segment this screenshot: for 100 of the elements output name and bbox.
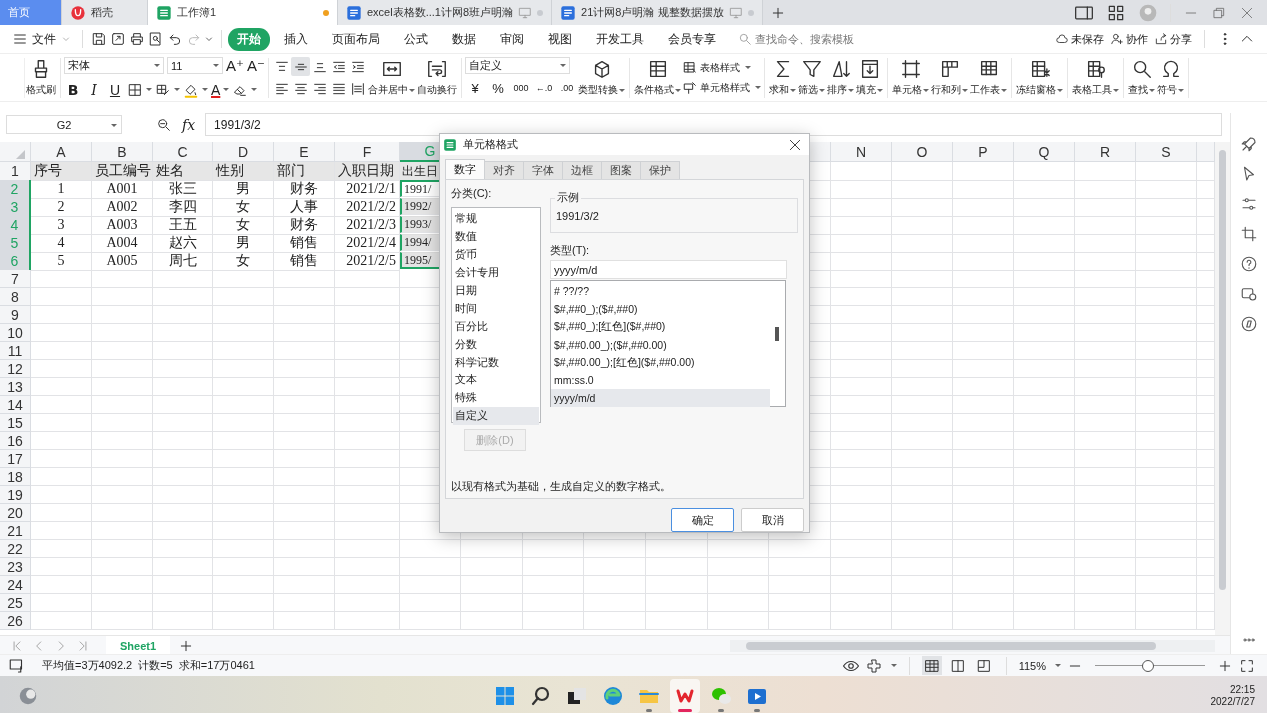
document-tab[interactable]: 工作簿1: [148, 0, 338, 25]
dialog-tab[interactable]: 边框: [562, 161, 602, 179]
column-header[interactable]: P: [952, 142, 1014, 162]
column-header[interactable]: S: [1135, 142, 1197, 162]
column-header[interactable]: O: [891, 142, 953, 162]
normal-view-button[interactable]: [921, 656, 942, 675]
category-item[interactable]: 时间: [453, 299, 539, 318]
type-input[interactable]: yyyy/m/d: [550, 260, 787, 279]
slider-thumb[interactable]: [1141, 659, 1154, 672]
grow-font-button[interactable]: A⁺: [226, 55, 244, 76]
row-header[interactable]: 23: [0, 558, 31, 576]
clock-time[interactable]: 22:15: [1229, 684, 1255, 696]
table-style-button[interactable]: 表格样式: [682, 59, 761, 76]
dialog-tab[interactable]: 保护: [640, 161, 680, 179]
row-header[interactable]: 11: [0, 342, 31, 360]
zigzag-button[interactable]: [670, 679, 700, 713]
align-middle-button[interactable]: [291, 57, 310, 76]
dialog-tab[interactable]: 数字: [445, 159, 485, 179]
filter-button[interactable]: 筛选: [797, 58, 826, 97]
bold-button[interactable]: B: [64, 79, 82, 100]
format-item[interactable]: # ??/??: [551, 282, 770, 300]
document-tab[interactable]: excel表格数...1计网8班卢明瀚: [338, 0, 553, 25]
row-header[interactable]: 26: [0, 612, 31, 630]
format-item[interactable]: $#,##0_);[红色]($#,##0): [551, 317, 770, 336]
dialog-tab[interactable]: 字体: [523, 161, 563, 179]
zoom-level[interactable]: 115%: [1018, 659, 1046, 672]
omega-button[interactable]: 符号: [1156, 58, 1185, 97]
weather-icon[interactable]: [17, 685, 39, 707]
underline-button[interactable]: U: [106, 79, 124, 100]
dialog-tab[interactable]: 图案: [601, 161, 641, 179]
worksheet-button[interactable]: 工作表: [969, 58, 1008, 97]
format-item[interactable]: mm:ss.0: [551, 371, 770, 390]
column-header[interactable]: F: [335, 142, 400, 162]
row-header[interactable]: 17: [0, 450, 31, 468]
sliders-icon[interactable]: [1240, 195, 1258, 213]
cube-button[interactable]: 类型转换: [577, 58, 626, 97]
number-format-button[interactable]: 000: [511, 78, 531, 98]
document-tab[interactable]: 21计网8卢明瀚 规整数据摆放: [552, 0, 763, 25]
number-format-button[interactable]: ¥: [465, 78, 485, 98]
row-header[interactable]: 21: [0, 522, 31, 540]
ribbon-tab[interactable]: 公式: [394, 27, 438, 51]
sum-button[interactable]: 求和: [768, 58, 797, 97]
cancel-button[interactable]: 取消: [741, 508, 804, 532]
number-format-button[interactable]: ←.0: [534, 78, 554, 98]
share-button[interactable]: 分享: [1154, 31, 1192, 47]
search-button[interactable]: 查找: [1127, 58, 1156, 97]
freeze-panes-button[interactable]: 冻结窗格: [1015, 58, 1064, 97]
row-header[interactable]: 13: [0, 378, 31, 396]
command-search[interactable]: 查找命令、搜索模板: [738, 32, 898, 46]
category-item[interactable]: 日期: [453, 281, 539, 300]
ribbon-tab[interactable]: 插入: [274, 27, 318, 51]
ok-button[interactable]: 确定: [671, 508, 734, 532]
table-button[interactable]: 条件格式: [633, 58, 682, 97]
number-format-select[interactable]: 自定义: [465, 57, 570, 74]
column-header[interactable]: N: [830, 142, 892, 162]
category-list[interactable]: 常规 数值 货币 会计专用 日期 时间 百分比 分数 科学记数 文本 特殊 自定义: [451, 207, 541, 423]
font-name-select[interactable]: 宋体: [64, 57, 164, 74]
help-icon[interactable]: [1240, 255, 1258, 273]
row-header[interactable]: 20: [0, 504, 31, 522]
ribbon-tab[interactable]: 页面布局: [322, 27, 390, 51]
column-header[interactable]: R: [1074, 142, 1136, 162]
column-header[interactable]: E: [274, 142, 335, 162]
wrap-text-button[interactable]: 自动换行: [416, 58, 458, 97]
cross-icon[interactable]: [865, 657, 882, 674]
zoom-out-icon[interactable]: [156, 116, 172, 133]
clock-date[interactable]: 2022/7/27: [1210, 696, 1255, 708]
format-item[interactable]: $#,##0.00_);($#,##0.00): [551, 335, 770, 354]
number-format-button[interactable]: %: [488, 78, 508, 98]
table-tools-button[interactable]: 表格工具: [1071, 58, 1120, 97]
crop-icon[interactable]: [1240, 225, 1258, 243]
row-header[interactable]: 10: [0, 324, 31, 342]
number-format-button[interactable]: .00: [557, 78, 577, 98]
function-button[interactable]: fx: [182, 116, 196, 133]
compass-icon[interactable]: [1240, 315, 1258, 333]
name-box[interactable]: G2: [6, 115, 122, 134]
person-add-button[interactable]: 协作: [1110, 31, 1148, 47]
category-item[interactable]: 科学记数: [453, 353, 539, 371]
row-header[interactable]: 24: [0, 576, 31, 594]
format-item[interactable]: $#,##0_);($#,##0): [551, 299, 770, 318]
cloud-button[interactable]: 未保存: [1055, 31, 1104, 47]
cell-style-button[interactable]: 单元格样式: [682, 79, 761, 96]
category-item[interactable]: 分数: [453, 335, 539, 354]
category-item[interactable]: 自定义: [453, 406, 539, 425]
document-tab[interactable]: 稻壳: [62, 0, 148, 25]
rocket-icon[interactable]: [1240, 135, 1258, 153]
column-header[interactable]: D: [213, 142, 274, 162]
row-header[interactable]: 16: [0, 432, 31, 450]
horizontal-scrollbar[interactable]: [730, 639, 1215, 652]
column-header[interactable]: B: [92, 142, 153, 162]
row-header[interactable]: 7: [0, 270, 31, 288]
file-menu[interactable]: 文件: [8, 30, 76, 48]
cell-button[interactable]: 单元格: [891, 58, 930, 97]
ribbon-tab[interactable]: 数据: [442, 27, 486, 51]
fullscreen-icon[interactable]: [1239, 657, 1255, 674]
ribbon-tab[interactable]: 审阅: [490, 27, 534, 51]
image-tool-icon[interactable]: [1240, 285, 1258, 303]
category-item[interactable]: 百分比: [453, 317, 539, 336]
fill-down-button[interactable]: 填充: [855, 58, 884, 97]
font-size-select[interactable]: 11: [167, 57, 223, 74]
ribbon-tab[interactable]: 开发工具: [586, 27, 654, 51]
